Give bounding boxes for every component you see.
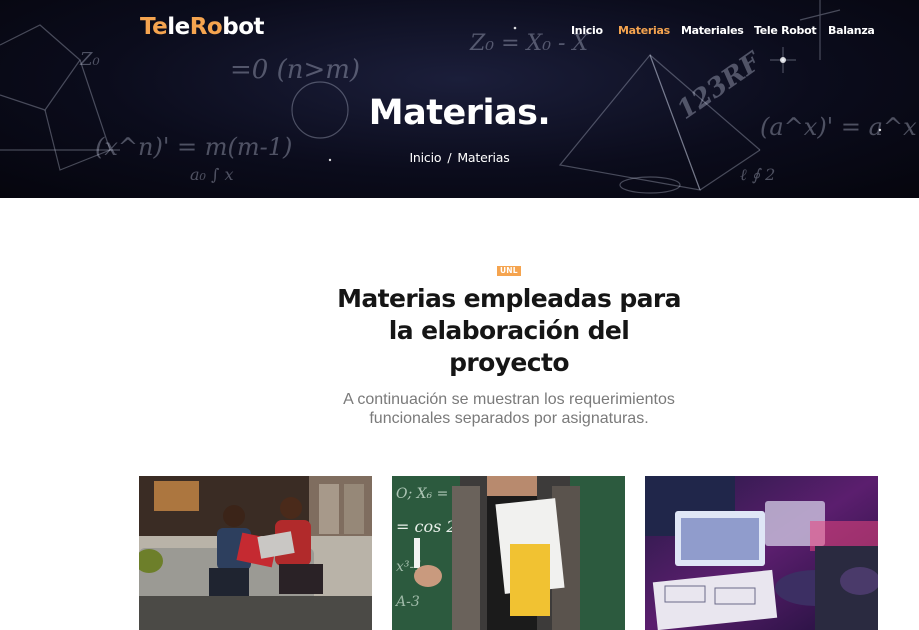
nav-item-tele-robot[interactable]: Tele Robot [754,24,817,37]
nav-item-inicio[interactable]: Inicio [571,24,603,37]
formula-fragment: ℓ ∮ 2 [740,165,775,184]
nav-item-balanza[interactable]: Balanza [828,24,875,37]
section-title: Materias empleadas para la elaboración d… [309,283,709,379]
student-chalkboard-photo: O; X₆ = = cos 2 x³-1 A-3 Ω [392,476,625,630]
section-badge: UNL [497,266,521,276]
subject-card-meeting[interactable] [139,476,372,630]
svg-text:=0 (n>m): =0 (n>m) [230,55,360,85]
svg-text:= cos 2: = cos 2 [396,517,457,536]
section-title-line: la elaboración del [388,316,630,345]
breadcrumb-current: Materias [457,150,510,165]
section-subtitle: A continuación se muestran los requerimi… [309,390,709,428]
hero-banner: (x^n)' = m(m-1) =0 (n>m) (a^x)' = a^x ln… [0,0,919,198]
subject-card-student[interactable]: O; X₆ = = cos 2 x³-1 A-3 Ω [392,476,625,630]
svg-text:O; X₆ =: O; X₆ = [396,486,448,502]
nav-item-materiales[interactable]: Materiales [681,24,744,37]
section-subtitle-line: funcionales separados por asignaturas. [369,410,649,427]
breadcrumb-separator: / [447,150,452,165]
formula-fragment: Z₀ [79,49,100,70]
main-navigation: Inicio Materias Materiales Tele Robot Ba… [0,24,919,40]
svg-text:A-3: A-3 [394,594,420,610]
page-title: Materias. [368,93,551,133]
formula-fragment: a₀ ∫ x [190,165,233,184]
section-title-line: Materias empleadas para [337,284,681,313]
meeting-photo [139,476,372,630]
breadcrumb-home-link[interactable]: Inicio [409,150,441,165]
nav-item-materias[interactable]: Materias [618,24,670,37]
subject-card-computer[interactable] [645,476,878,630]
computer-lab-photo [645,476,878,630]
section-title-line: proyecto [449,348,569,377]
section-subtitle-line: A continuación se muestran los requerimi… [343,391,675,408]
breadcrumb: Inicio / Materias [0,150,919,165]
